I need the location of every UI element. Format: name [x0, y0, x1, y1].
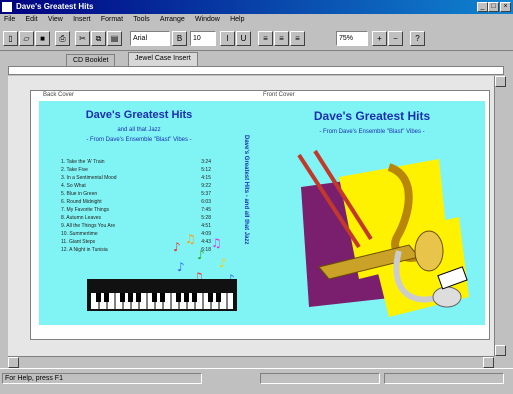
track-row: 9. All the Things You Are 4:51: [61, 223, 211, 229]
vertical-scrollbar[interactable]: [494, 76, 507, 356]
svg-text:♪: ♪: [197, 248, 205, 262]
tab-jewel-case-insert[interactable]: Jewel Case Insert: [128, 52, 198, 66]
status-bar: For Help, press F1: [0, 368, 513, 394]
back-cover-panel[interactable]: Back Cover Dave's Greatest Hits and all …: [39, 92, 259, 325]
underline-icon[interactable]: U: [236, 31, 251, 46]
track-duration: 4:51: [201, 223, 211, 229]
font-size-combo[interactable]: 10: [190, 31, 216, 46]
app-icon[interactable]: [2, 2, 12, 12]
track-duration: 6:03: [201, 199, 211, 205]
menu-bar: File Edit View Insert Format Tools Arran…: [0, 14, 513, 27]
track-duration: 5:12: [201, 167, 211, 173]
spine-text: Dave's Greatest Hits - and all that Jazz: [243, 135, 249, 245]
track-duration: 9:22: [201, 183, 211, 189]
track-row: 1. Take the 'A' Train 3:24: [61, 159, 211, 165]
menu-format[interactable]: Format: [97, 14, 127, 23]
close-button[interactable]: ×: [500, 2, 511, 12]
track-duration: 3:24: [201, 159, 211, 165]
tab-strip: CD Booklet Jewel Case Insert: [0, 52, 513, 66]
track-name: 1. Take the 'A' Train: [61, 159, 105, 165]
cut-icon[interactable]: ✂: [75, 31, 90, 46]
copy-icon[interactable]: ⧉: [91, 31, 106, 46]
track-row: 8. Autumn Leaves 5:28: [61, 215, 211, 221]
scroll-left-button[interactable]: [8, 357, 19, 368]
horizontal-ruler: [8, 66, 504, 75]
back-cover-subtitle: and all that Jazz: [117, 127, 161, 133]
svg-text:♫: ♫: [211, 236, 222, 250]
scroll-down-button[interactable]: [495, 345, 506, 356]
scroll-right-button[interactable]: [483, 357, 494, 368]
document-page: Back Cover Dave's Greatest Hits and all …: [30, 90, 490, 340]
align-left-icon[interactable]: ≡: [258, 31, 273, 46]
track-name: 11. Giant Steps: [61, 239, 96, 245]
zoom-combo[interactable]: 75%: [336, 31, 368, 46]
zoom-in-icon[interactable]: +: [372, 31, 387, 46]
menu-tools[interactable]: Tools: [129, 14, 153, 23]
menu-view[interactable]: View: [44, 14, 67, 23]
track-name: 6. Round Midnight: [61, 199, 102, 205]
bold-icon[interactable]: B: [172, 31, 187, 46]
back-cover-label: Back Cover: [43, 92, 75, 98]
piano-keyboard-graphic: [87, 279, 237, 311]
track-name: 7. My Favorite Things: [61, 207, 109, 213]
tab-cd-booklet[interactable]: CD Booklet: [66, 54, 116, 66]
track-row: 5. Blue in Green 5:37: [61, 191, 211, 197]
paste-icon[interactable]: ▤: [107, 31, 122, 46]
jazz-instruments-clipart: [297, 149, 469, 317]
back-cover-title: Dave's Greatest Hits: [85, 109, 193, 121]
window-title: Dave's Greatest Hits: [16, 2, 94, 11]
status-position: [260, 373, 380, 384]
menu-edit[interactable]: Edit: [22, 14, 42, 23]
menu-help[interactable]: Help: [226, 14, 248, 23]
svg-text:♪: ♪: [177, 260, 185, 274]
horizontal-scrollbar[interactable]: [8, 356, 494, 368]
front-cover-subtitle: - From Dave's Ensemble "Blast" Vibes -: [319, 129, 425, 135]
minimize-button[interactable]: _: [477, 2, 488, 12]
scroll-up-button[interactable]: [495, 76, 506, 87]
save-icon[interactable]: ■: [35, 31, 50, 46]
track-name: 10. Summertime: [61, 231, 98, 237]
svg-text:♫: ♫: [185, 232, 196, 246]
track-name: 5. Blue in Green: [61, 191, 98, 197]
track-row: 3. In a Sentimental Mood 4:15: [61, 175, 211, 181]
menu-file[interactable]: File: [0, 14, 19, 23]
track-name: 4. So What: [61, 183, 86, 189]
back-cover-subtitle-2: - From Dave's Ensemble "Blast" Vibes -: [86, 137, 192, 143]
align-center-icon[interactable]: ≡: [274, 31, 289, 46]
track-row: 6. Round Midnight 6:03: [61, 199, 211, 205]
track-name: 9. All the Things You Are: [61, 223, 116, 229]
track-row: 7. My Favorite Things 7:45: [61, 207, 211, 213]
menu-insert[interactable]: Insert: [69, 14, 95, 23]
track-name: 8. Autumn Leaves: [61, 215, 102, 221]
track-duration: 5:28: [201, 215, 211, 221]
svg-text:♪: ♪: [173, 240, 181, 254]
track-name: 12. A Night in Tunisia: [61, 247, 108, 253]
menu-arrange[interactable]: Arrange: [156, 14, 189, 23]
help-icon[interactable]: ?: [410, 31, 425, 46]
status-size: [384, 373, 504, 384]
zoom-out-icon[interactable]: −: [388, 31, 403, 46]
track-name: 3. In a Sentimental Mood: [61, 175, 117, 181]
track-duration: 4:15: [201, 175, 211, 181]
open-icon[interactable]: ▱: [19, 31, 34, 46]
new-icon[interactable]: ▯: [3, 31, 18, 46]
svg-text:♪: ♪: [219, 256, 227, 270]
italic-icon[interactable]: I: [220, 31, 235, 46]
title-bar: Dave's Greatest Hits _ □ ×: [0, 0, 513, 14]
track-row: 2. Take Five 5:12: [61, 167, 211, 173]
status-text: For Help, press F1: [2, 373, 202, 384]
track-duration: 7:45: [201, 207, 211, 213]
track-row: 4. So What 9:22: [61, 183, 211, 189]
front-cover-panel[interactable]: Front Cover Dave's Greatest Hits - From …: [259, 92, 485, 325]
front-cover-title: Dave's Greatest Hits: [313, 109, 431, 123]
toolbar: ▯ ▱ ■ ⎙ ✂ ⧉ ▤ Arial B 10 I U ≡ ≡ ≡ 75% +…: [0, 27, 513, 51]
align-right-icon[interactable]: ≡: [290, 31, 305, 46]
menu-window[interactable]: Window: [191, 14, 224, 23]
font-name-combo[interactable]: Arial: [130, 31, 170, 46]
front-cover-label: Front Cover: [263, 92, 295, 98]
track-duration: 5:37: [201, 191, 211, 197]
maximize-button[interactable]: □: [488, 2, 499, 12]
print-icon[interactable]: ⎙: [55, 31, 70, 46]
track-name: 2. Take Five: [61, 167, 88, 173]
